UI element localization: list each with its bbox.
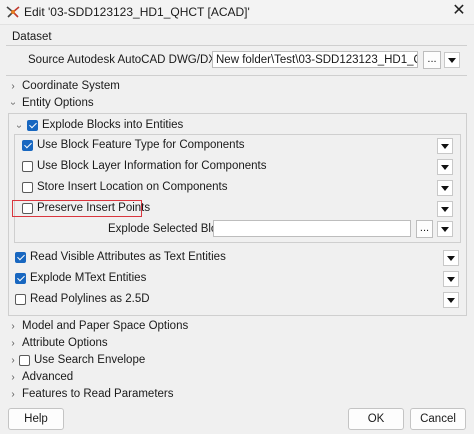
- explode-selected-browse-button[interactable]: ...: [416, 220, 433, 238]
- use-block-layer-checkbox[interactable]: [22, 161, 33, 172]
- chevron-down-icon[interactable]: ›: [8, 99, 19, 109]
- cancel-button[interactable]: Cancel: [410, 408, 466, 430]
- help-button[interactable]: Help: [8, 408, 64, 430]
- explode-blocks-checkbox[interactable]: [27, 120, 38, 131]
- use-block-feature-type-checkbox[interactable]: [22, 140, 33, 151]
- ok-button[interactable]: OK: [348, 408, 404, 430]
- store-insert-location-label: Store Insert Location on Components: [37, 181, 228, 193]
- chevron-right-icon[interactable]: ›: [8, 372, 18, 383]
- explode-mtext-dropdown[interactable]: [443, 271, 459, 287]
- window-title: Edit '03-SDD123123_HD1_QHCT [ACAD]': [24, 5, 250, 19]
- features-to-read-header[interactable]: Features to Read Parameters: [22, 388, 174, 400]
- chevron-right-icon[interactable]: ›: [8, 338, 18, 349]
- dataset-heading: Dataset: [12, 31, 52, 43]
- explode-selected-dropdown[interactable]: [437, 221, 453, 237]
- explode-mtext-checkbox[interactable]: [15, 273, 26, 284]
- source-browse-button[interactable]: ...: [423, 51, 441, 69]
- close-icon[interactable]: ✕: [448, 1, 470, 21]
- advanced-header[interactable]: Advanced: [22, 371, 73, 383]
- read-polylines-label: Read Polylines as 2.5D: [30, 293, 150, 305]
- use-block-feature-type-dropdown[interactable]: [437, 138, 453, 154]
- chevron-right-icon[interactable]: ›: [8, 355, 18, 366]
- source-file-input[interactable]: New folder\Test\03-SDD123123_HD1_QHCT.dw…: [212, 51, 418, 68]
- model-paper-header[interactable]: Model and Paper Space Options: [22, 320, 188, 332]
- explode-mtext-label: Explode MText Entities: [30, 272, 147, 284]
- store-insert-location-checkbox[interactable]: [22, 182, 33, 193]
- explode-blocks-label: Explode Blocks into Entities: [42, 119, 184, 131]
- read-polylines-dropdown[interactable]: [443, 292, 459, 308]
- source-dropdown[interactable]: [444, 52, 460, 68]
- explode-selected-blocks-input[interactable]: [213, 220, 411, 237]
- use-block-feature-type-label: Use Block Feature Type for Components: [37, 139, 245, 151]
- read-visible-attributes-checkbox[interactable]: [15, 252, 26, 263]
- use-search-envelope-header[interactable]: Use Search Envelope: [34, 354, 145, 366]
- read-visible-attributes-dropdown[interactable]: [443, 250, 459, 266]
- fme-app-icon: [6, 6, 20, 18]
- store-insert-location-dropdown[interactable]: [437, 180, 453, 196]
- use-block-layer-dropdown[interactable]: [437, 159, 453, 175]
- preserve-insert-points-checkbox[interactable]: [22, 203, 33, 214]
- use-block-layer-label: Use Block Layer Information for Componen…: [37, 160, 267, 172]
- read-visible-attributes-label: Read Visible Attributes as Text Entities: [30, 251, 226, 263]
- chevron-right-icon[interactable]: ›: [8, 81, 18, 92]
- use-search-envelope-checkbox[interactable]: [19, 355, 30, 366]
- read-polylines-checkbox[interactable]: [15, 294, 26, 305]
- entity-options-header[interactable]: Entity Options: [22, 97, 94, 109]
- chevron-right-icon[interactable]: ›: [8, 321, 18, 332]
- coordinate-system-header[interactable]: Coordinate System: [22, 80, 120, 92]
- preserve-insert-points-label: Preserve Insert Points: [37, 202, 151, 214]
- chevron-right-icon[interactable]: ›: [8, 389, 18, 400]
- attribute-options-header[interactable]: Attribute Options: [22, 337, 108, 349]
- chevron-down-icon[interactable]: ›: [14, 122, 25, 132]
- preserve-insert-points-dropdown[interactable]: [437, 201, 453, 217]
